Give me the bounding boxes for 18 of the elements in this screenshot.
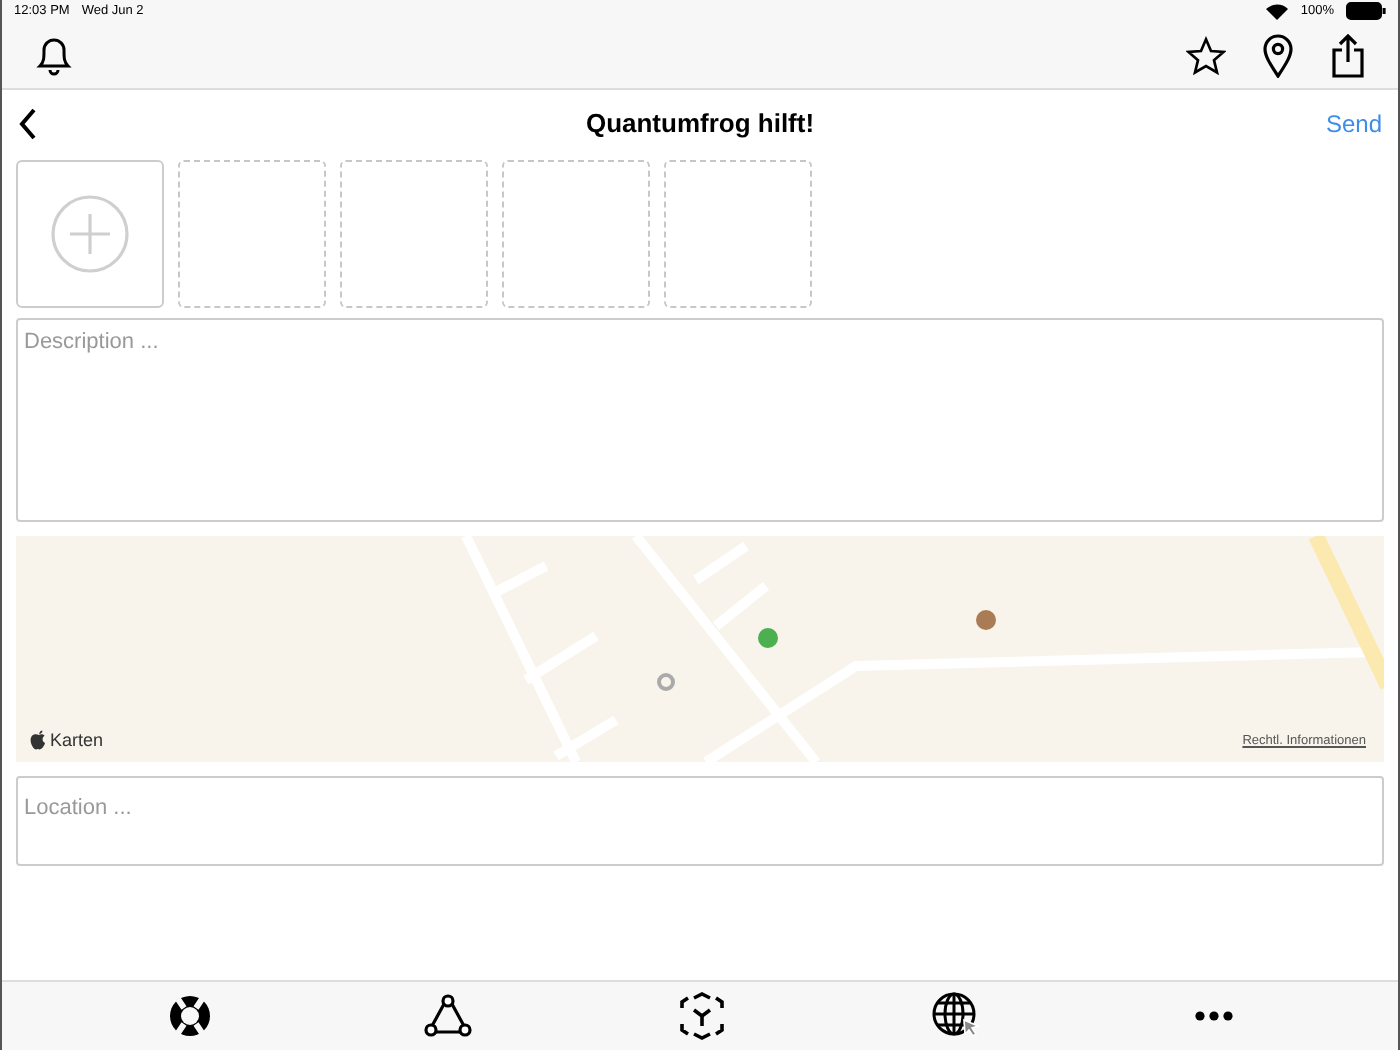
location-field[interactable]: Location ...	[16, 776, 1384, 866]
apple-icon	[30, 730, 48, 750]
add-photo-icon	[50, 194, 130, 274]
connected-nodes-icon[interactable]	[423, 994, 472, 1038]
back-icon[interactable]	[18, 107, 38, 139]
star-icon[interactable]	[1186, 35, 1226, 75]
screen-title: Quantumfrog hilft!	[585, 108, 815, 138]
wifi-icon	[1266, 3, 1289, 19]
description-field[interactable]: Description ...	[16, 318, 1384, 522]
battery-icon	[1346, 2, 1386, 20]
more-icon[interactable]	[1193, 1010, 1234, 1022]
share-icon[interactable]	[1330, 33, 1366, 77]
map-brand-label: Karten	[50, 730, 104, 750]
globe-icon[interactable]	[932, 992, 985, 1040]
location-pin-icon[interactable]	[1262, 33, 1294, 77]
bell-icon[interactable]	[34, 33, 74, 77]
lifebuoy-icon[interactable]	[166, 992, 215, 1040]
cube-icon[interactable]	[679, 992, 724, 1040]
